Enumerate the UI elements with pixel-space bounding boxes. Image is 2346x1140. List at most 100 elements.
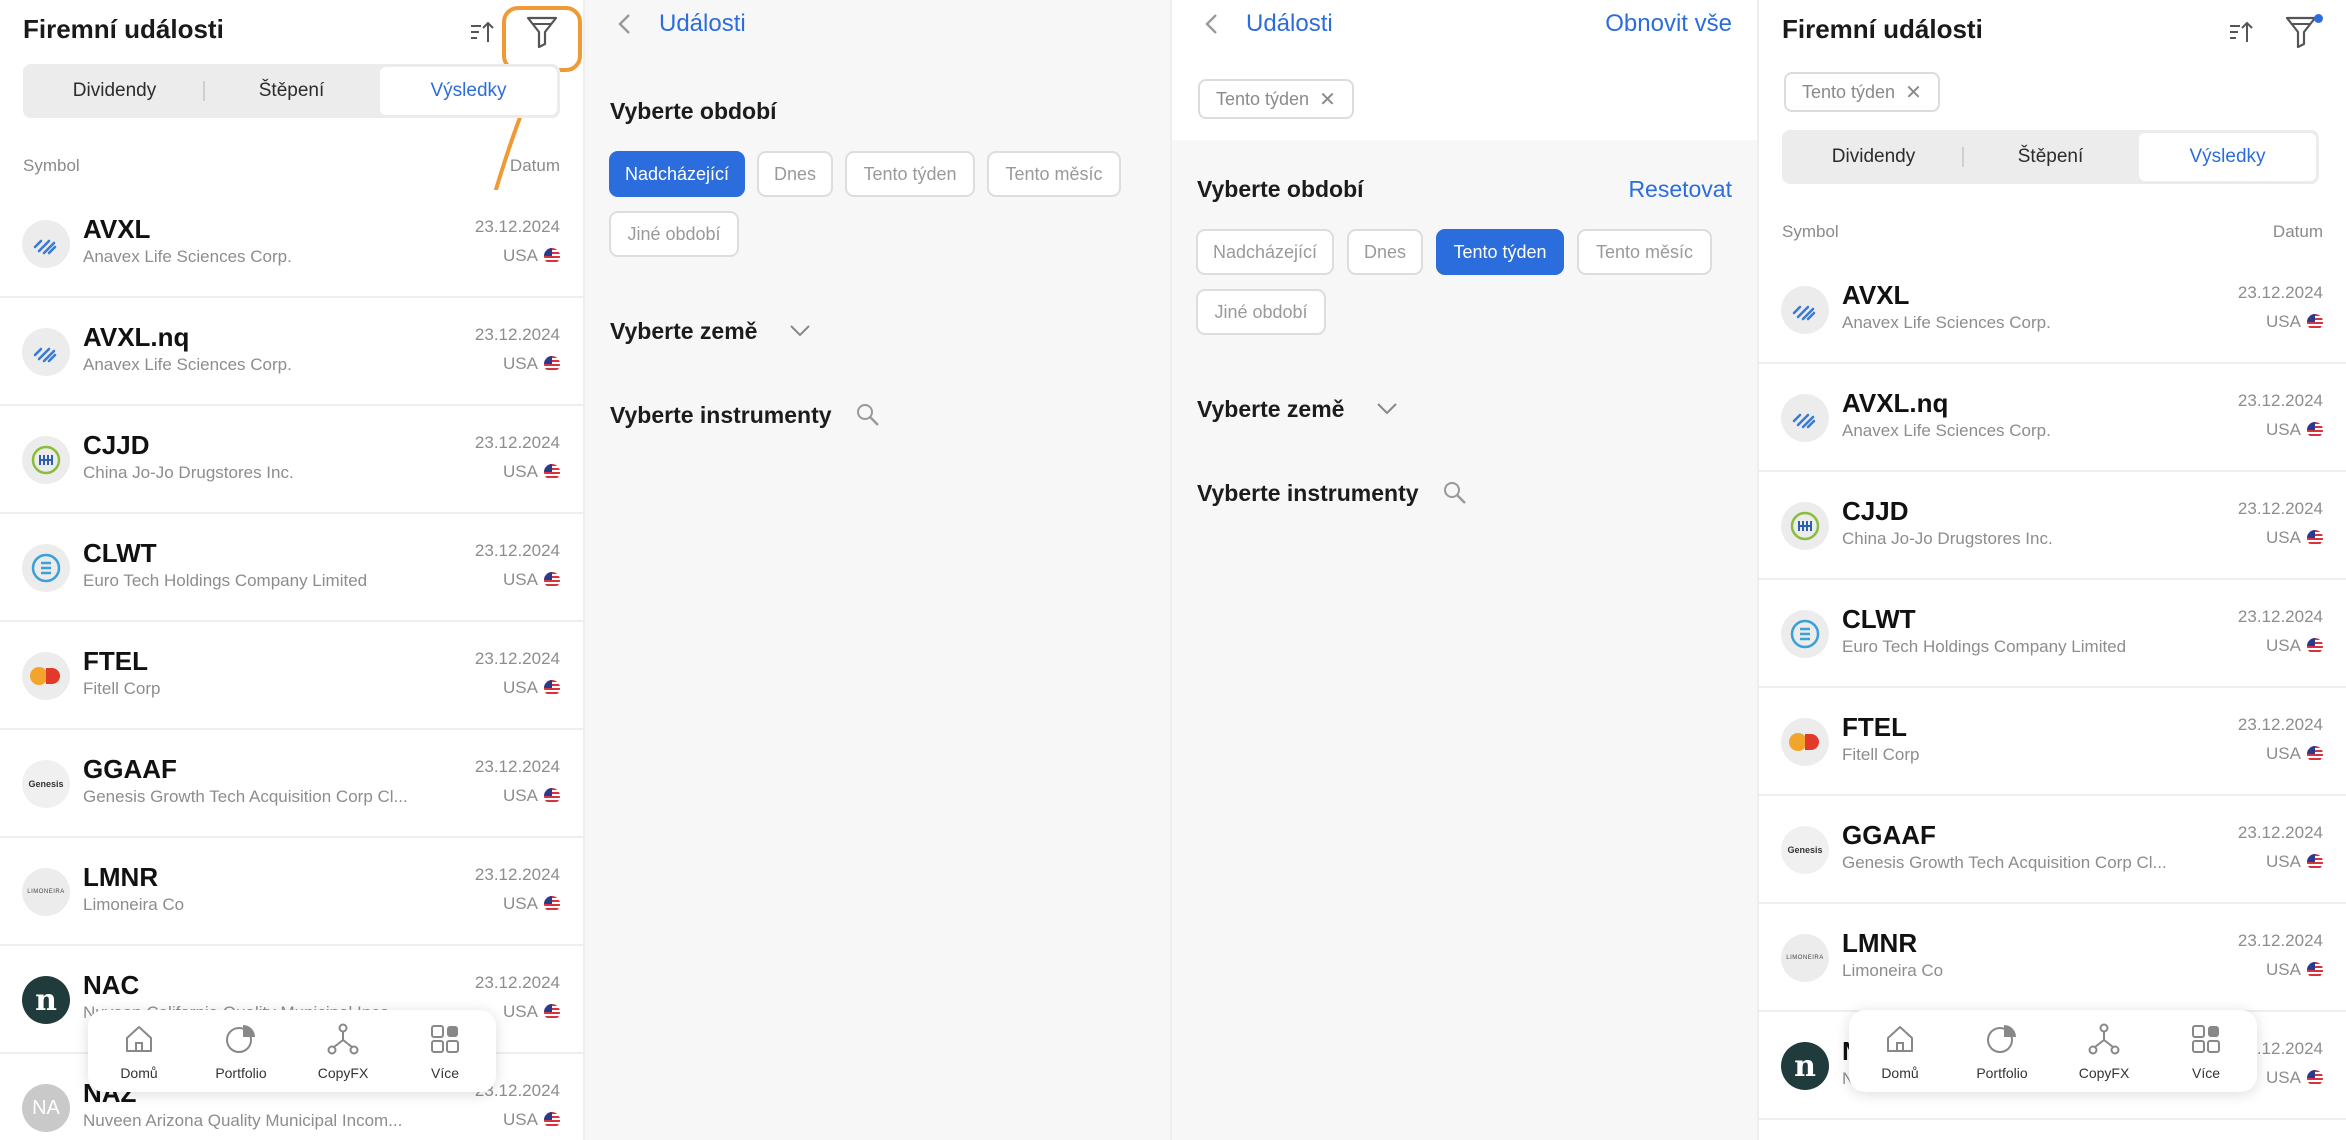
country-label[interactable]: Vyberte země (1197, 396, 1344, 423)
period-option-today[interactable]: Dnes (1347, 229, 1423, 275)
nav-home[interactable]: Domů (94, 1022, 184, 1081)
chevron-down-icon[interactable] (789, 324, 811, 338)
instruments-label[interactable]: Vyberte instrumenty (610, 402, 832, 429)
list-item[interactable]: FTEL Fitell Corp 23.12.2024 USA (0, 622, 583, 730)
search-icon[interactable] (1442, 480, 1468, 506)
nav-copyfx[interactable]: CopyFX (298, 1022, 388, 1081)
us-flag-icon (544, 680, 560, 696)
nav-home[interactable]: Domů (1855, 1022, 1945, 1081)
nav-portfolio[interactable]: Portfolio (1957, 1022, 2047, 1081)
us-flag-icon (544, 356, 560, 372)
tab-splits[interactable]: Štěpení (1962, 133, 2139, 181)
company-logo (1781, 502, 1829, 550)
nav-more[interactable]: Více (400, 1022, 490, 1081)
grid-icon (2189, 1022, 2223, 1059)
network-icon (2087, 1022, 2121, 1059)
reset-period-button[interactable]: Resetovat (1628, 176, 1732, 203)
event-date: 23.12.2024 (474, 865, 560, 884)
list-item[interactable]: AVXL Anavex Life Sciences Corp. 23.12.2024… (1759, 256, 2346, 364)
country-label[interactable]: Vyberte země (610, 318, 757, 345)
tab-dividends[interactable]: Dividendy (26, 67, 203, 115)
period-option-other[interactable]: Jiné období (1196, 289, 1326, 335)
close-icon[interactable]: ✕ (1319, 87, 1336, 112)
close-icon[interactable]: ✕ (1905, 80, 1922, 105)
nav-label: Portfolio (215, 1064, 267, 1081)
event-type-tabs: Dividendy Štěpení Výsledky (1782, 130, 2319, 184)
nav-copyfx[interactable]: CopyFX (2059, 1022, 2149, 1081)
company-name: Limoneira Co (83, 895, 185, 914)
nav-more[interactable]: Více (2161, 1022, 2251, 1081)
country-code: USA (503, 678, 538, 697)
symbol: GGAAF (1842, 820, 1936, 850)
company-logo (1781, 610, 1829, 658)
us-flag-icon (544, 1004, 560, 1020)
company-logo: n (1781, 1042, 1829, 1090)
filter-header-title[interactable]: Události (1246, 10, 1333, 38)
company-name: Limoneira Co (1842, 961, 1944, 980)
list-item[interactable]: CLWT Euro Tech Holdings Company Limited 23… (1759, 580, 2346, 688)
country-code: USA (2266, 420, 2301, 439)
list-item[interactable]: Genesis GGAAF Genesis Growth Tech Acquisit… (0, 730, 583, 838)
period-option-this-week[interactable]: Tento týden (845, 151, 975, 197)
list-item[interactable]: Genesis GGAAF Genesis Growth Tech Acquisit… (1759, 796, 2346, 904)
company-logo: n (22, 976, 70, 1024)
tab-splits[interactable]: Štěpení (203, 67, 380, 115)
list-item[interactable]: LIMONEIRA LMNR Limoneira Co 23.12.2024 USA (0, 838, 583, 946)
symbol: CJJD (1842, 496, 1909, 526)
company-logo: LIMONEIRA (22, 868, 70, 916)
active-filter-chip[interactable]: Tento týden ✕ (1784, 72, 1940, 112)
list-item[interactable]: FTEL Fitell Corp 23.12.2024 USA (1759, 688, 2346, 796)
list-item[interactable]: CLWT Euro Tech Holdings Company Limited 23… (0, 514, 583, 622)
event-date: 23.12.2024 (2237, 283, 2323, 302)
period-option-today[interactable]: Dnes (757, 151, 833, 197)
filter-icon[interactable] (2284, 14, 2318, 50)
list-item[interactable]: AVXL.nq Anavex Life Sciences Corp. 23.12.2… (1759, 364, 2346, 472)
sort-icon[interactable] (468, 18, 496, 46)
back-chevron-icon[interactable] (1202, 12, 1222, 36)
page-title: Firemní události (1782, 14, 1983, 44)
list-item[interactable]: AVXL.nq Anavex Life Sciences Corp. 23.12.2… (0, 298, 583, 406)
selected-filter-chip[interactable]: Tento týden ✕ (1198, 79, 1354, 119)
tab-dividends[interactable]: Dividendy (1785, 133, 1962, 181)
us-flag-icon (544, 248, 560, 264)
instruments-label[interactable]: Vyberte instrumenty (1197, 480, 1419, 507)
back-chevron-icon[interactable] (615, 12, 635, 36)
country: USA (503, 462, 560, 482)
search-icon[interactable] (855, 402, 881, 428)
event-date: 23.12.2024 (2237, 931, 2323, 950)
events-list-panel-filtered: Firemní události Tento týden ✕ Dividendy… (1759, 0, 2346, 1140)
country: USA (503, 246, 560, 266)
filter-header-title[interactable]: Události (659, 10, 746, 38)
grid-icon (428, 1022, 462, 1059)
period-option-this-month[interactable]: Tento měsíc (1577, 229, 1712, 275)
country-code: USA (503, 786, 538, 805)
nav-label: Domů (120, 1064, 158, 1081)
us-flag-icon (2307, 638, 2323, 654)
chevron-down-icon[interactable] (1376, 402, 1398, 416)
tab-results[interactable]: Výsledky (380, 67, 557, 115)
event-date: 23.12.2024 (2237, 607, 2323, 626)
column-date: Datum (509, 156, 560, 175)
company-name: Euro Tech Holdings Company Limited (1842, 637, 2127, 656)
country: USA (2266, 1068, 2323, 1088)
reset-all-button[interactable]: Obnovit vše (1605, 10, 1732, 38)
period-option-this-week[interactable]: Tento týden (1436, 229, 1564, 275)
country-code: USA (2266, 744, 2301, 763)
period-label: Vyberte období (610, 98, 777, 124)
company-logo (22, 220, 70, 268)
country: USA (2266, 744, 2323, 764)
sort-icon[interactable] (2227, 18, 2255, 46)
list-item[interactable]: LIMONEIRA LMNR Limoneira Co 23.12.2024 USA (1759, 904, 2346, 1012)
period-option-other[interactable]: Jiné období (609, 211, 739, 257)
period-option-upcoming[interactable]: Nadcházející (1196, 229, 1334, 275)
period-option-this-month[interactable]: Tento měsíc (987, 151, 1121, 197)
country-code: USA (2266, 528, 2301, 547)
period-option-upcoming[interactable]: Nadcházející (609, 151, 745, 197)
nav-label: Domů (1881, 1064, 1919, 1081)
list-item[interactable]: AVXL Anavex Life Sciences Corp. 23.12.2024… (0, 190, 583, 298)
list-item[interactable]: CJJD China Jo-Jo Drugstores Inc. 23.12.202… (0, 406, 583, 514)
tab-results[interactable]: Výsledky (2139, 133, 2316, 181)
list-item[interactable]: CJJD China Jo-Jo Drugstores Inc. 23.12.202… (1759, 472, 2346, 580)
nav-portfolio[interactable]: Portfolio (196, 1022, 286, 1081)
chip-label: Tento týden (1216, 88, 1310, 109)
